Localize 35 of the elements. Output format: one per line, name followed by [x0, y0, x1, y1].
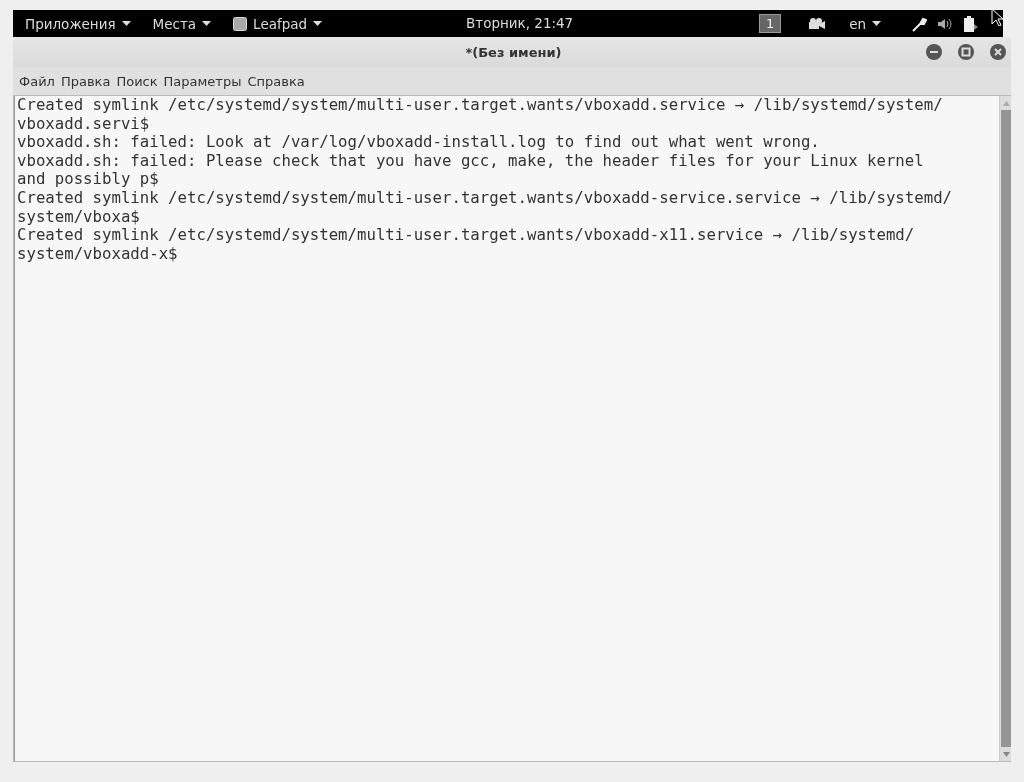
volume-icon[interactable] — [937, 16, 953, 31]
caret-icon — [202, 21, 212, 26]
panel-menu[interactable]: Приложения — [25, 15, 131, 32]
menu-item[interactable]: Поиск — [115, 73, 161, 89]
caret-icon — [872, 21, 881, 26]
window-title: *(Без имени) — [465, 44, 562, 60]
text-line: vboxadd.sh: failed: Please check that you have gcc, make, the header files for your Linux kernel — [17, 151, 925, 171]
menu-item[interactable]: Параметры — [162, 73, 245, 89]
panel-menu[interactable]: Места — [152, 15, 212, 32]
text-line: Created symlink /etc/systemd/system/multi-user.target.wants/vboxadd-x11.service → /lib/systemd/ — [17, 226, 916, 245]
maximize-button[interactable] — [958, 44, 974, 60]
menu-item[interactable]: Правка — [59, 73, 114, 89]
text-line: Created symlink /etc/systemd/system/multi-user.target.wants/vboxadd-service.service → /lib/systemd/ — [17, 188, 954, 208]
minimize-button[interactable] — [926, 44, 942, 60]
clock[interactable]: Вторник, 21:47 — [466, 15, 574, 31]
notepad-icon — [233, 16, 248, 31]
app-menu[interactable]: Leafpad — [233, 15, 323, 32]
text-line: system/vboxa$ — [17, 207, 141, 227]
menu-item[interactable]: Справка — [246, 73, 308, 89]
menu-item[interactable]: Файл — [18, 73, 58, 89]
caret-icon — [121, 21, 131, 26]
keyboard-layout-menu[interactable]: en — [849, 15, 881, 32]
text-line: system/vboxadd-x$ — [17, 244, 179, 264]
scroll-down-icon[interactable] — [1003, 751, 1010, 757]
scrollbar[interactable] — [999, 96, 1011, 761]
camera-icon[interactable] — [809, 17, 826, 30]
text-line: vboxadd.servi$ — [17, 114, 151, 134]
close-button[interactable] — [990, 44, 1006, 60]
battery-icon[interactable] — [963, 15, 979, 32]
network-cable-icon[interactable] — [911, 15, 927, 32]
workspace-indicator[interactable]: 1 — [759, 14, 782, 33]
text-line: vboxadd.sh: failed: Look at /var/log/vboxadd-install.log to find out what went wrong. — [17, 133, 821, 152]
caret-icon — [313, 21, 323, 26]
text-line: Created symlink /etc/systemd/system/multi-user.target.wants/vboxadd.service → /lib/systemd/system/ — [17, 96, 944, 115]
text-line: and possibly p$ — [17, 170, 160, 189]
